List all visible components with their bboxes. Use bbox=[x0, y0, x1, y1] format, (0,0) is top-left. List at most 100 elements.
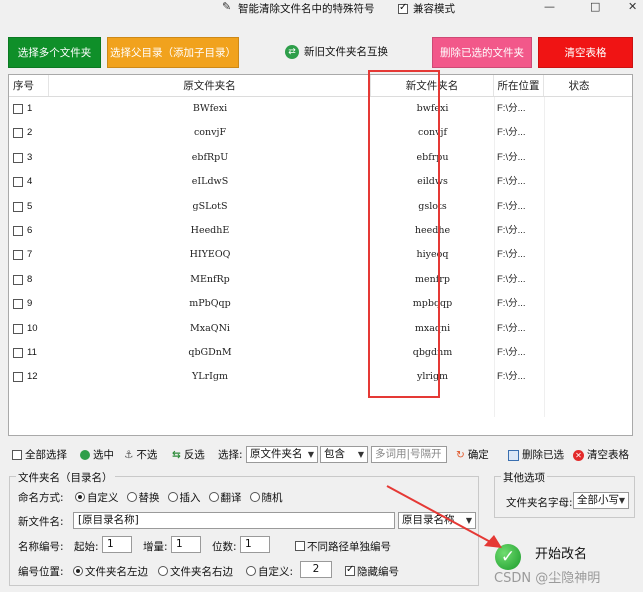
mode-label: 命名方式: bbox=[18, 492, 64, 504]
case-select[interactable]: 全部小写 ▼ bbox=[573, 492, 629, 509]
status-cell bbox=[544, 243, 614, 267]
radio-icon bbox=[73, 566, 83, 576]
minimize-button[interactable]: — bbox=[544, 0, 555, 13]
row-checkbox[interactable] bbox=[13, 152, 23, 163]
other-options-title: 其他选项 bbox=[501, 470, 547, 485]
invert-button[interactable]: ⇆ 反选 bbox=[172, 447, 205, 463]
special-symbol-feature-link[interactable]: 智能清除文件名中的特殊符号 bbox=[238, 1, 375, 16]
row-index: 7 bbox=[27, 249, 33, 261]
original-name-cell: ebfRpU bbox=[191, 151, 229, 163]
select-folders-button[interactable]: 选择多个文件夹 bbox=[8, 37, 101, 68]
table-row[interactable]: 9 mPbQqp mpbqqp F:\分... bbox=[9, 292, 632, 316]
clear-table-small-button[interactable]: ✕ 清空表格 bbox=[573, 447, 629, 463]
status-cell bbox=[544, 292, 614, 316]
delete-selected-folders-label: 删除已选的文件夹 bbox=[440, 47, 524, 59]
new-name-select[interactable]: 原目录名称 ▼ bbox=[398, 512, 476, 529]
header-original-name[interactable]: 原文件夹名 bbox=[49, 75, 371, 97]
table-row[interactable]: 8 MEnfRp menfrp F:\分... bbox=[9, 268, 632, 292]
row-checkbox[interactable] bbox=[13, 104, 23, 114]
select-button[interactable]: 选中 bbox=[80, 447, 114, 463]
check-icon bbox=[345, 564, 355, 576]
table-row[interactable]: 1 BWfexi bwfexi F:\分... bbox=[9, 97, 632, 121]
radio-icon bbox=[246, 566, 256, 576]
table-row[interactable]: 6 HeedhE heedhe F:\分... bbox=[9, 219, 632, 243]
row-checkbox[interactable] bbox=[13, 323, 23, 334]
clear-table-button[interactable]: 清空表格 bbox=[538, 37, 633, 68]
location-cell: F:\分... bbox=[497, 273, 526, 285]
start-input[interactable]: 1 bbox=[102, 536, 132, 553]
row-checkbox[interactable] bbox=[13, 201, 23, 212]
table-row[interactable]: 4 eILdwS eildws F:\分... bbox=[9, 170, 632, 194]
row-checkbox[interactable] bbox=[13, 128, 23, 139]
table-row[interactable]: 2 convjF convjf F:\分... bbox=[9, 121, 632, 145]
confirm-button[interactable]: ↻ 确定 bbox=[456, 447, 489, 463]
header-location[interactable]: 所在位置 bbox=[494, 75, 544, 97]
row-checkbox[interactable] bbox=[13, 299, 23, 310]
table-row[interactable]: 11 qbGDnM qbgdnm F:\分... bbox=[9, 341, 632, 365]
table-row[interactable]: 12 YLrIgm ylrigm F:\分... bbox=[9, 365, 632, 389]
table-row[interactable]: 7 HIYEOQ hiyeoq F:\分... bbox=[9, 243, 632, 267]
mode-label: 随机 bbox=[261, 492, 283, 504]
location-cell: F:\分... bbox=[497, 200, 526, 212]
select-parent-button[interactable]: 选择父目录（添加子目录） bbox=[107, 37, 239, 68]
original-name-cell: convjF bbox=[193, 127, 227, 139]
maximize-button[interactable]: □ bbox=[590, 0, 600, 13]
row-index: 1 bbox=[27, 103, 33, 114]
position-left-radio[interactable]: 文件夹名左边 bbox=[73, 564, 148, 579]
header-status[interactable]: 状态 bbox=[544, 75, 614, 97]
status-cell bbox=[544, 317, 614, 341]
position-right-radio[interactable]: 文件夹名右边 bbox=[158, 564, 233, 579]
start-rename-label: 开始改名 bbox=[535, 546, 588, 562]
select-all-checkbox[interactable]: 全部选择 bbox=[12, 447, 67, 463]
row-index: 9 bbox=[27, 298, 33, 310]
original-name-cell: YLrIgm bbox=[192, 371, 228, 383]
new-name-select-value: 原目录名称 bbox=[402, 514, 455, 526]
mode-radio-0[interactable]: 自定义 bbox=[75, 490, 119, 505]
row-checkbox[interactable] bbox=[13, 372, 23, 383]
row-checkbox[interactable] bbox=[13, 348, 23, 358]
table-row[interactable]: 10 MxaQNi mxaqni F:\分... bbox=[9, 317, 632, 341]
custom-position-input[interactable]: 2 bbox=[300, 561, 332, 578]
row-checkbox[interactable] bbox=[13, 274, 23, 285]
hide-number-checkbox[interactable]: 隐藏编号 bbox=[345, 564, 399, 579]
status-cell bbox=[544, 268, 614, 292]
mode-radio-3[interactable]: 翻译 bbox=[208, 490, 242, 505]
step-input[interactable]: 1 bbox=[171, 536, 201, 553]
field-select-value: 原文件夹名 bbox=[250, 448, 303, 460]
swap-names-button[interactable]: ⇄ 新旧文件夹名互换 bbox=[285, 44, 388, 59]
field-select[interactable]: 原文件夹名 ▼ bbox=[246, 446, 318, 463]
folder-table[interactable]: 序号 原文件夹名 新文件夹名 所在位置 状态 1 BWfexi bwfexi F:\分… bbox=[8, 74, 633, 436]
delete-selected-folders-button[interactable]: 删除已选的文件夹 bbox=[432, 37, 532, 68]
table-row[interactable]: 5 gSLotS gslots F:\分... bbox=[9, 195, 632, 219]
row-index: 12 bbox=[27, 371, 38, 383]
chevron-down-icon: ▼ bbox=[618, 496, 625, 505]
row-checkbox[interactable] bbox=[13, 177, 23, 188]
position-custom-label: 自定义: bbox=[258, 566, 294, 578]
mode-radio-1[interactable]: 替换 bbox=[126, 490, 160, 505]
delete-icon bbox=[508, 449, 519, 461]
close-button[interactable]: ✕ bbox=[628, 0, 637, 13]
new-name-input[interactable]: [原目录名称] bbox=[73, 512, 395, 529]
mode-radio-2[interactable]: 插入 bbox=[167, 490, 201, 505]
mode-radio-4[interactable]: 随机 bbox=[249, 490, 283, 505]
step-label: 增量: bbox=[143, 541, 168, 553]
unselect-button[interactable]: ⚓ 不选 bbox=[124, 447, 157, 463]
row-checkbox[interactable] bbox=[13, 226, 23, 236]
match-select[interactable]: 包含 ▼ bbox=[320, 446, 368, 463]
table-row[interactable]: 3 ebfRpU ebfrpu F:\分... bbox=[9, 146, 632, 170]
position-custom-radio[interactable]: 自定义: bbox=[246, 564, 293, 579]
original-name-cell: qbGDnM bbox=[188, 347, 232, 358]
keyword-input[interactable]: 多词用|号隔开 bbox=[371, 446, 447, 463]
location-cell: F:\分... bbox=[497, 176, 526, 188]
clear-table-small-label: 清空表格 bbox=[587, 449, 629, 461]
original-name-cell: gSLotS bbox=[192, 200, 228, 212]
row-checkbox[interactable] bbox=[13, 250, 23, 261]
choose-label: 选择: bbox=[218, 449, 243, 461]
delete-selected-button[interactable]: 删除已选 bbox=[508, 447, 564, 463]
compat-mode-checkbox[interactable] bbox=[398, 2, 410, 16]
independent-number-checkbox[interactable]: 不同路径单独编号 bbox=[295, 539, 391, 554]
header-index[interactable]: 序号 bbox=[9, 75, 49, 97]
naming-group-title: 文件夹名（目录名） bbox=[16, 470, 115, 485]
anchor-icon: ⚓ bbox=[124, 449, 134, 461]
digits-input[interactable]: 1 bbox=[240, 536, 270, 553]
